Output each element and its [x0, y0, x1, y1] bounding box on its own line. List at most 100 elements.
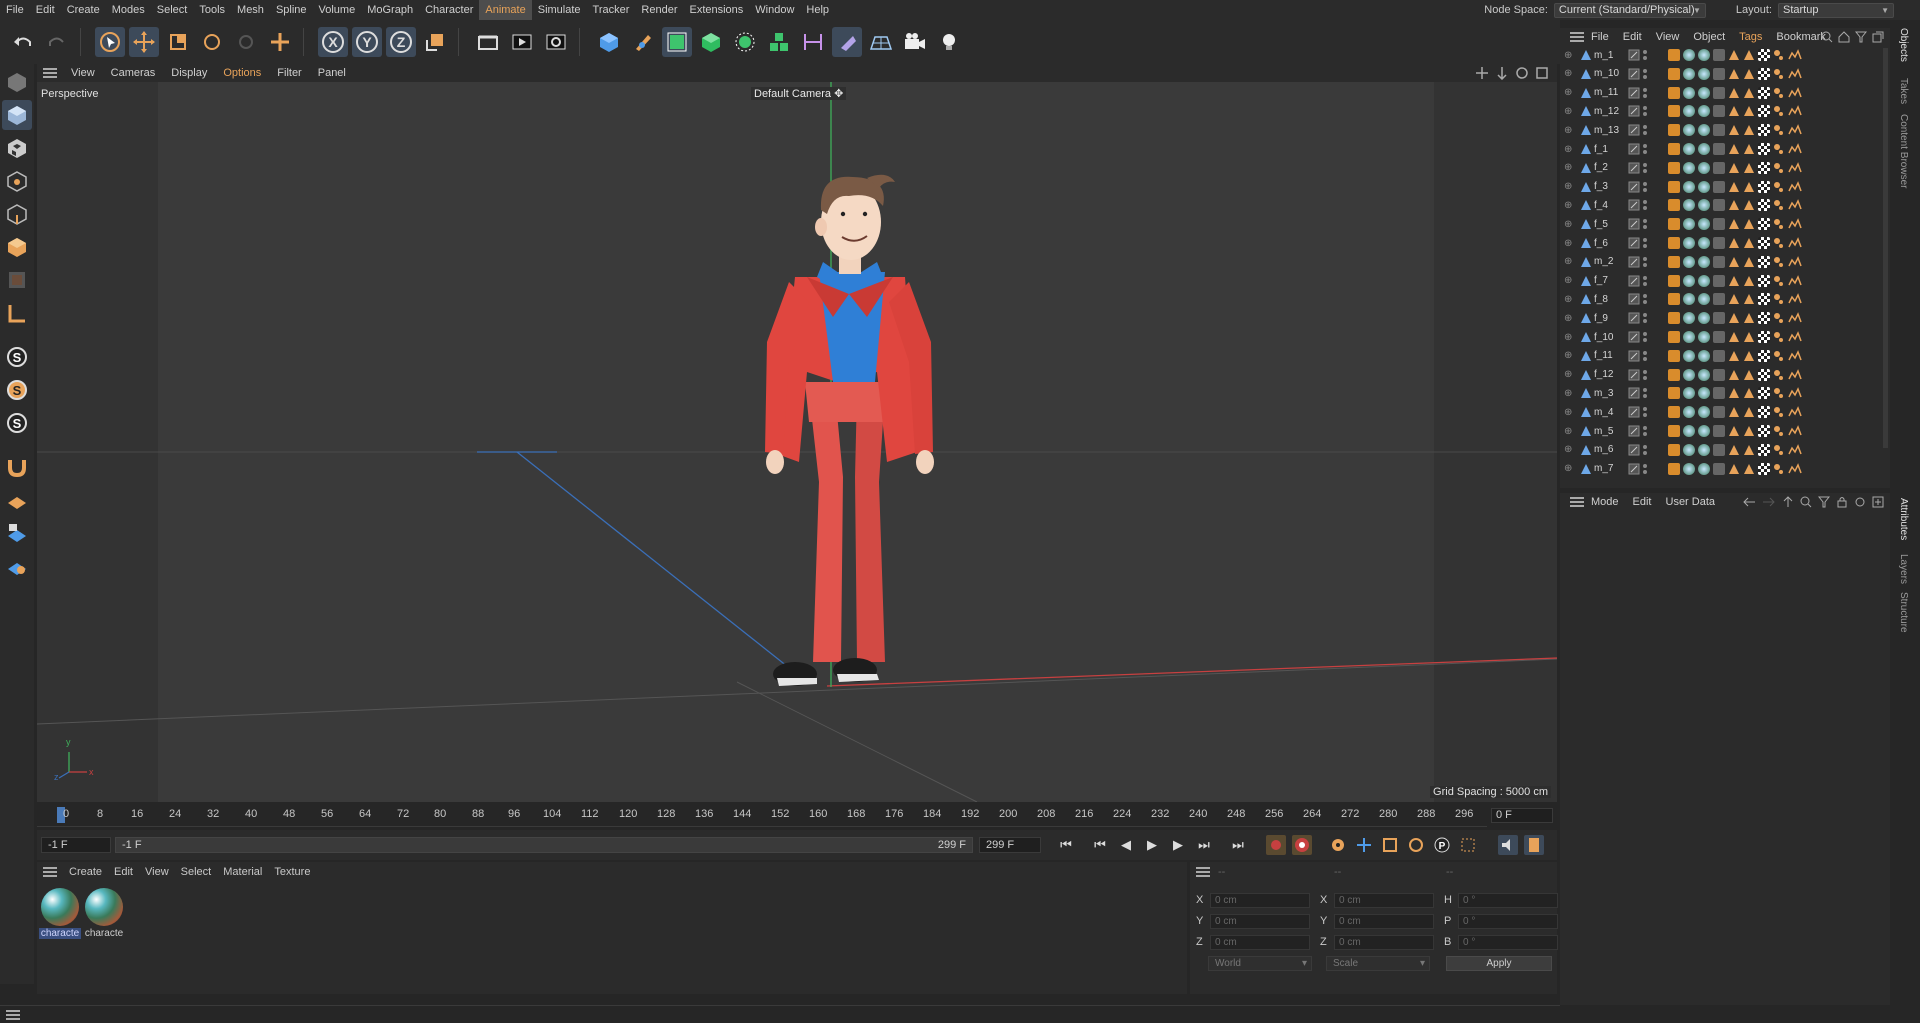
play-button[interactable]: ▶	[1142, 835, 1162, 855]
render-settings-button[interactable]	[541, 27, 571, 57]
edit-icon[interactable]	[1628, 463, 1640, 475]
object-row[interactable]: ⊕ f_12	[1560, 366, 1890, 384]
material-menu-material[interactable]: Material	[217, 866, 268, 878]
pose-tag-icon[interactable]	[1773, 181, 1785, 193]
size-z-field[interactable]: 0 cm	[1334, 934, 1434, 950]
selection-tag-icon[interactable]	[1713, 161, 1725, 174]
object-row[interactable]: ⊕ m_13	[1560, 121, 1890, 139]
viewport-menu-view[interactable]: View	[63, 67, 103, 79]
edge-mode-button[interactable]	[2, 199, 32, 229]
object-row[interactable]: ⊕ m_3	[1560, 384, 1890, 402]
menu-render[interactable]: Render	[635, 0, 683, 20]
warning-triangle-icon[interactable]	[1743, 162, 1755, 174]
expand-plus-icon[interactable]: ⊕	[1564, 87, 1572, 98]
material-tag-icon[interactable]	[1683, 49, 1695, 61]
skin-tag-icon[interactable]	[1668, 143, 1680, 155]
warning-triangle-icon[interactable]	[1728, 293, 1740, 305]
checker-tag-icon[interactable]	[1758, 293, 1770, 306]
weight-tag-icon[interactable]	[1788, 218, 1802, 230]
forward-arrow-icon[interactable]	[1762, 496, 1776, 508]
expand-plus-icon[interactable]: ⊕	[1564, 125, 1572, 136]
warning-triangle-icon[interactable]	[1743, 87, 1755, 99]
warning-triangle-icon[interactable]	[1728, 199, 1740, 211]
visibility-dots-icon[interactable]	[1642, 218, 1648, 230]
side-tab-structure[interactable]: Structure	[1898, 592, 1909, 633]
weight-tag-icon[interactable]	[1788, 67, 1802, 80]
menu-animate[interactable]: Animate	[479, 0, 532, 20]
pose-tag-icon[interactable]	[1773, 275, 1785, 287]
orbit-icon[interactable]	[1515, 66, 1529, 80]
warning-triangle-icon[interactable]	[1728, 406, 1740, 418]
snap-settings-button[interactable]: S	[2, 408, 32, 438]
goto-end-button[interactable]: ⏭	[1228, 835, 1248, 855]
selection-tag-icon[interactable]	[1713, 199, 1725, 212]
warning-triangle-icon[interactable]	[1743, 350, 1755, 362]
camera-button[interactable]	[900, 27, 930, 57]
pose-tag-icon[interactable]	[1773, 331, 1785, 343]
material-tag-icon[interactable]	[1683, 86, 1695, 99]
hamburger-icon[interactable]	[43, 68, 57, 78]
material-tag-icon[interactable]	[1698, 180, 1710, 193]
cube-button[interactable]	[594, 27, 624, 57]
lock-icon[interactable]	[1836, 496, 1848, 508]
visibility-dots-icon[interactable]	[1642, 369, 1648, 381]
pose-tag-icon[interactable]	[1773, 68, 1785, 80]
material-tag-icon[interactable]	[1683, 312, 1695, 325]
material-tag-icon[interactable]	[1698, 49, 1710, 61]
camera-label[interactable]: Default Camera ✥	[751, 87, 847, 100]
material-tag-icon[interactable]	[1683, 443, 1695, 456]
coord-space-dropdown[interactable]: World ▾	[1208, 956, 1312, 971]
warning-triangle-icon[interactable]	[1743, 293, 1755, 305]
hamburger-icon[interactable]	[43, 867, 57, 877]
weight-tag-icon[interactable]	[1788, 406, 1802, 418]
viewport-menu-panel[interactable]: Panel	[310, 67, 354, 79]
expand-plus-icon[interactable]: ⊕	[1564, 313, 1572, 324]
skin-tag-icon[interactable]	[1668, 180, 1680, 193]
pose-tag-icon[interactable]	[1773, 87, 1785, 99]
warning-triangle-icon[interactable]	[1743, 49, 1755, 61]
edit-icon[interactable]	[1628, 293, 1640, 305]
planar-workplane-button[interactable]	[2, 551, 32, 581]
transform-tool-button[interactable]	[265, 27, 295, 57]
warning-triangle-icon[interactable]	[1728, 275, 1740, 287]
warning-triangle-icon[interactable]	[1728, 387, 1740, 399]
edit-icon[interactable]	[1628, 124, 1640, 136]
select-tool-button[interactable]	[95, 27, 125, 57]
object-row[interactable]: ⊕ m_12	[1560, 102, 1890, 120]
warning-triangle-icon[interactable]	[1743, 369, 1755, 381]
pose-tag-icon[interactable]	[1773, 105, 1785, 117]
checker-tag-icon[interactable]	[1758, 255, 1770, 268]
z-axis-lock-button[interactable]: Z	[386, 27, 416, 57]
material-tag-icon[interactable]	[1683, 199, 1695, 212]
expand-plus-icon[interactable]: ⊕	[1564, 350, 1572, 361]
lock-workplane-button[interactable]	[2, 518, 32, 548]
3d-viewport[interactable]: y z x Perspective Default Camera ✥ Grid …	[37, 82, 1557, 802]
edit-icon[interactable]	[1628, 312, 1640, 324]
skin-tag-icon[interactable]	[1668, 443, 1680, 456]
selection-tag-icon[interactable]	[1713, 331, 1725, 343]
menu-extensions[interactable]: Extensions	[683, 0, 749, 20]
warning-triangle-icon[interactable]	[1743, 105, 1755, 117]
search-icon[interactable]	[1821, 31, 1833, 43]
material-tag-icon[interactable]	[1698, 161, 1710, 174]
add-window-icon[interactable]	[1872, 496, 1884, 508]
warning-triangle-icon[interactable]	[1728, 49, 1740, 61]
edit-icon[interactable]	[1628, 444, 1640, 456]
hamburger-icon[interactable]	[1570, 497, 1584, 507]
current-frame-field[interactable]: 0 F	[1491, 808, 1553, 823]
expand-plus-icon[interactable]: ⊕	[1564, 50, 1572, 61]
pose-tag-icon[interactable]	[1773, 49, 1785, 61]
edit-icon[interactable]	[1628, 218, 1640, 230]
side-tab-layers[interactable]: Layers	[1898, 554, 1909, 584]
warning-triangle-icon[interactable]	[1743, 425, 1755, 437]
material-tag-icon[interactable]	[1698, 237, 1710, 249]
warning-triangle-icon[interactable]	[1743, 444, 1755, 456]
warning-triangle-icon[interactable]	[1743, 124, 1755, 136]
model-mode-button[interactable]	[2, 67, 32, 97]
checker-tag-icon[interactable]	[1758, 443, 1770, 456]
visibility-dots-icon[interactable]	[1642, 87, 1648, 99]
warning-triangle-icon[interactable]	[1743, 406, 1755, 418]
weight-tag-icon[interactable]	[1788, 143, 1802, 155]
size-y-field[interactable]: 0 cm	[1334, 913, 1434, 929]
object-row[interactable]: ⊕ f_6	[1560, 234, 1890, 252]
